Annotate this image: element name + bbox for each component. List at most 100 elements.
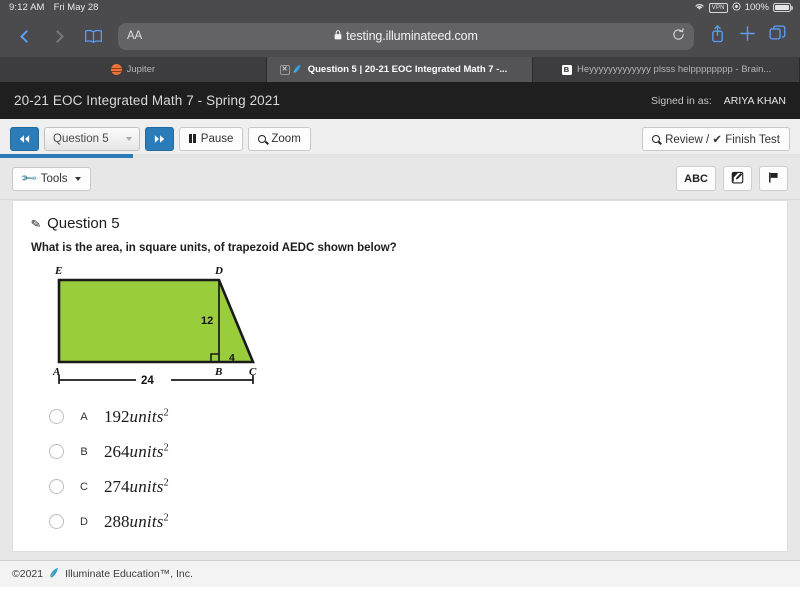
choice-unit: units (130, 512, 164, 531)
question-selector-value: Question 5 (53, 133, 109, 145)
choice-unit: units (130, 442, 164, 461)
wifi-icon (694, 2, 705, 14)
content-area: ✎ Question 5 What is the area, in square… (0, 200, 800, 560)
tools-bar-right: ABC (676, 166, 788, 191)
answer-choice-a[interactable]: A 192units2 (49, 399, 769, 434)
radio-button[interactable] (49, 514, 64, 529)
illuminate-favicon-icon (292, 64, 303, 75)
share-button[interactable] (704, 23, 730, 49)
choice-text: 192units2 (104, 407, 169, 427)
url-text: testing.illuminateed.com (346, 29, 478, 43)
vertex-label-B: B (214, 366, 222, 378)
choice-value: 264 (104, 442, 130, 461)
status-date: Fri May 28 (54, 2, 99, 13)
chevron-left-icon (20, 30, 33, 43)
answer-choice-d[interactable]: D 288units2 (49, 504, 769, 539)
signed-in-label: Signed in as: (651, 95, 712, 107)
choice-exponent: 2 (164, 512, 169, 523)
abc-spellcheck-button[interactable]: ABC (676, 166, 716, 191)
zoom-button[interactable]: Zoom (248, 127, 310, 151)
status-time: 9:12 AM (9, 2, 45, 13)
new-tab-button[interactable] (734, 23, 760, 49)
choice-letter: D (64, 516, 104, 528)
forward-button[interactable] (44, 21, 74, 51)
question-nav-toolbar: Question 5 Pause Zoom Review / ✔ Finish … (0, 119, 800, 158)
review-finish-label: Review / ✔ Finish Test (665, 132, 780, 146)
app-footer: ©2021 Illuminate Education™, Inc. (0, 560, 800, 587)
close-icon[interactable]: ✕ (280, 65, 290, 75)
safari-toolbar: AA testing.illuminateed.com (0, 15, 800, 57)
status-bar-left: 9:12 AM Fri May 28 (9, 2, 98, 13)
tabs-overview-icon (769, 25, 786, 47)
plus-icon (739, 25, 756, 47)
tab-strip: Jupiter ✕ Question 5 | 20-21 EOC Integra… (0, 57, 800, 82)
browser-tab-jupiter[interactable]: Jupiter (0, 57, 267, 82)
share-icon (710, 24, 725, 48)
browser-tab-question5[interactable]: ✕ Question 5 | 20-21 EOC Integrated Math… (267, 57, 534, 82)
question-selector[interactable]: Question 5 (44, 127, 140, 151)
flag-question-button[interactable] (759, 166, 788, 191)
question-heading-text: Question 5 (47, 215, 120, 232)
vpn-badge: VPN (709, 3, 728, 13)
chevron-right-icon (51, 30, 64, 43)
progress-fill (0, 154, 133, 158)
jupiter-favicon-icon (111, 64, 122, 75)
choice-exponent: 2 (164, 477, 169, 488)
pause-icon (189, 134, 196, 143)
previous-question-button[interactable] (10, 127, 39, 151)
notes-button[interactable] (723, 166, 752, 191)
reader-view-button[interactable] (78, 21, 108, 51)
chevron-down-icon (126, 137, 132, 141)
reload-icon[interactable] (672, 28, 685, 44)
radio-button[interactable] (49, 409, 64, 424)
tools-label: Tools (41, 173, 68, 185)
vertex-label-E: E (54, 265, 62, 277)
review-finish-test-button[interactable]: Review / ✔ Finish Test (642, 127, 790, 151)
text-size-button[interactable]: AA (127, 30, 142, 42)
tab-label: Question 5 | 20-21 EOC Integrated Math 7… (308, 64, 508, 75)
page-title: 20-21 EOC Integrated Math 7 - Spring 202… (14, 93, 280, 108)
magnifier-icon (258, 135, 266, 143)
book-icon (84, 29, 103, 44)
choice-text: 264units2 (104, 442, 169, 462)
tools-bar: 🔧 Tools ABC (0, 158, 800, 200)
choice-letter: A (64, 411, 104, 423)
show-tabs-button[interactable] (764, 23, 790, 49)
choice-value: 192 (104, 407, 130, 426)
lock-icon (334, 27, 342, 45)
measure-label-height: 12 (201, 315, 213, 327)
question-card: ✎ Question 5 What is the area, in square… (12, 200, 788, 552)
choice-letter: B (64, 446, 104, 458)
note-edit-icon (731, 171, 744, 187)
brainly-favicon-icon: B (561, 64, 572, 75)
pause-button[interactable]: Pause (179, 127, 243, 151)
choice-letter: C (64, 481, 104, 493)
choice-exponent: 2 (164, 407, 169, 418)
choice-text: 274units2 (104, 477, 169, 497)
back-button[interactable] (10, 21, 40, 51)
ios-status-bar: 9:12 AM Fri May 28 VPN 100% (0, 0, 800, 15)
tab-label: Heyyyyyyyyyyyyy plsss helpppppppp - Brai… (577, 64, 771, 75)
choice-text: 288units2 (104, 512, 169, 532)
tools-button[interactable]: 🔧 Tools (12, 167, 91, 191)
radio-button[interactable] (49, 444, 64, 459)
trapezoid-shape (59, 280, 253, 362)
next-question-button[interactable] (145, 127, 174, 151)
measure-label-base: 24 (141, 375, 154, 384)
browser-tab-brainly[interactable]: B Heyyyyyyyyyyyyy plsss helpppppppp - Br… (533, 57, 800, 82)
company-name: Illuminate Education™, Inc. (65, 568, 193, 580)
address-bar[interactable]: AA testing.illuminateed.com (118, 23, 694, 50)
answer-choice-c[interactable]: C 274units2 (49, 469, 769, 504)
zoom-label: Zoom (271, 133, 300, 145)
answer-choice-b[interactable]: B 264units2 (49, 434, 769, 469)
battery-icon (773, 3, 791, 12)
choice-exponent: 2 (164, 442, 169, 453)
radio-button[interactable] (49, 479, 64, 494)
choice-unit: units (130, 477, 164, 496)
question-prompt: What is the area, in square units, of tr… (31, 242, 769, 254)
measure-label-offset: 4 (229, 352, 235, 364)
signed-in-info: Signed in as: ARIYA KHAN (651, 95, 786, 107)
battery-percent: 100% (745, 2, 769, 13)
choice-value: 274 (104, 477, 130, 496)
flag-icon (767, 171, 780, 187)
